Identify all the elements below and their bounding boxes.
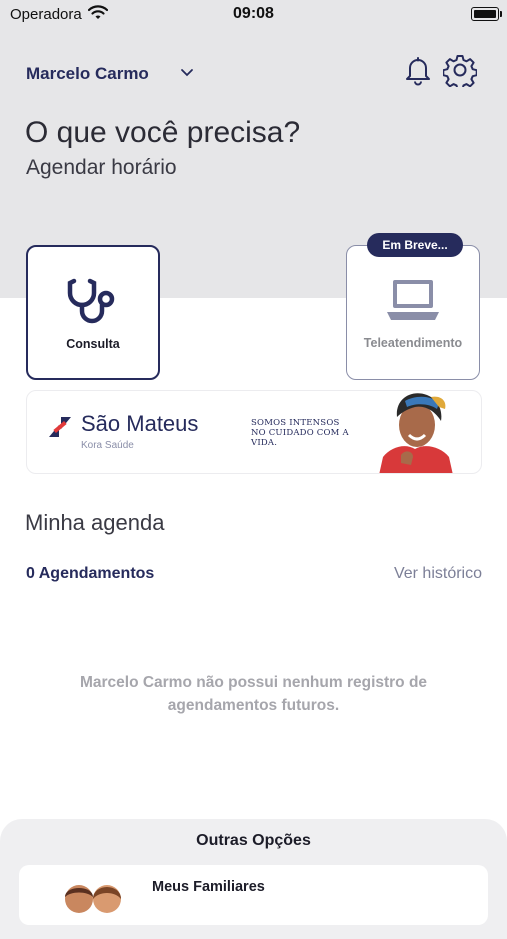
family-icon	[59, 883, 129, 918]
history-link[interactable]: Ver histórico	[394, 565, 482, 583]
notifications-bell-icon[interactable]	[402, 54, 434, 91]
page-title: O que você precisa?	[25, 116, 301, 149]
agenda-section-title: Minha agenda	[25, 510, 165, 535]
banner-tagline: SOMOS INTENSOS NO CUIDADO COM A VIDA.	[251, 418, 349, 448]
appointments-count: 0 Agendamentos	[26, 565, 155, 582]
status-bar: Operadora 09:08	[0, 0, 507, 30]
banner-photo	[371, 391, 461, 473]
empty-state-message: Marcelo Carmo não possui nenhum registro…	[79, 674, 428, 714]
page-subtitle: Agendar horário	[26, 156, 177, 179]
user-selector[interactable]: Marcelo Carmo	[26, 64, 149, 84]
chevron-down-icon[interactable]	[180, 66, 194, 85]
coming-soon-badge: Em Breve...	[367, 233, 463, 257]
settings-gear-icon[interactable]	[442, 53, 478, 92]
sao-mateus-logo-icon	[47, 415, 73, 444]
teleatendimento-label: Teleatendimento	[363, 336, 463, 350]
banner-brand: São Mateus	[81, 411, 199, 436]
promo-banner[interactable]: São Mateus Kora Saúde SOMOS INTENSOS NO …	[26, 390, 482, 474]
stethoscope-icon	[66, 277, 120, 332]
consulta-card[interactable]: Consulta	[26, 245, 160, 380]
battery-icon	[471, 7, 502, 21]
clock: 09:08	[233, 5, 274, 22]
banner-sub: Kora Saúde	[81, 440, 134, 451]
option-meus-familiares[interactable]: Meus Familiares	[19, 865, 488, 925]
option-label: Meus Familiares	[152, 879, 265, 895]
teleatendimento-card[interactable]: Teleatendimento	[346, 245, 480, 380]
other-options-title: Outras Opções	[196, 832, 311, 849]
consulta-label: Consulta	[66, 337, 120, 351]
laptop-icon	[385, 278, 441, 329]
